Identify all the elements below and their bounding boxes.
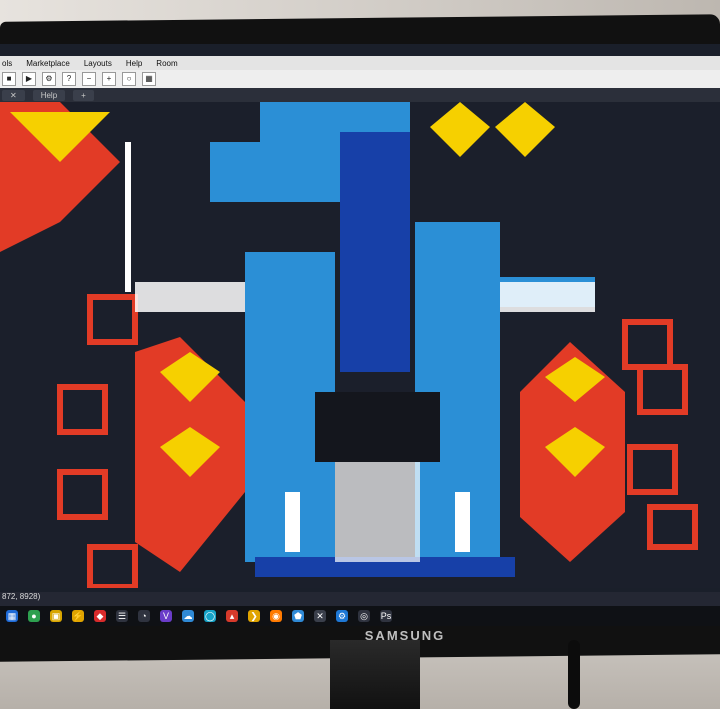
tab-help[interactable]: Help (32, 89, 66, 101)
calendar-icon[interactable]: ▦ (6, 610, 18, 622)
zoom-in-icon[interactable]: + (102, 72, 116, 86)
menu-bar: ols Marketplace Layouts Help Room (0, 56, 720, 70)
tab-bar: ✕ Help + (0, 88, 720, 102)
spiral-left-4 (87, 544, 138, 590)
canvas-art (0, 102, 698, 590)
popcorn-icon[interactable]: ▴ (226, 610, 238, 622)
close-tab-icon[interactable]: ✕ (2, 89, 25, 101)
cloud-icon[interactable]: ☁ (182, 610, 194, 622)
menu-tools[interactable]: ols (2, 59, 12, 68)
help-icon[interactable]: ? (62, 72, 76, 86)
layout-canvas[interactable] (0, 102, 720, 590)
toolbar: ■ ▶ ⚙ ? − + ○ ▦ (0, 70, 720, 88)
white-comb-right (500, 282, 595, 312)
spiral-right-2 (637, 364, 688, 415)
gem-icon[interactable]: ◆ (94, 610, 106, 622)
menu-room[interactable]: Room (156, 59, 177, 68)
visualstudio-icon[interactable]: V (160, 610, 172, 622)
menu-help[interactable]: Help (126, 59, 142, 68)
monitor-cable (568, 640, 580, 709)
yellow-diamond-top-1 (430, 102, 490, 157)
monitor-stand (330, 640, 420, 709)
spiral-left-3 (57, 469, 108, 520)
dark-panel (315, 392, 440, 462)
navy-column (340, 132, 410, 372)
white-figure-right (455, 492, 470, 552)
grid-icon[interactable]: ▦ (142, 72, 156, 86)
globe-icon[interactable]: ◯ (204, 610, 216, 622)
white-comb-left (135, 282, 245, 312)
chat-icon[interactable]: ☰ (116, 610, 128, 622)
stop-icon[interactable]: ■ (2, 72, 16, 86)
zoom-out-icon[interactable]: − (82, 72, 96, 86)
screen: ols Marketplace Layouts Help Room ■ ▶ ⚙ … (0, 44, 720, 626)
status-bar (0, 592, 720, 606)
blue-block-left-top (210, 142, 340, 202)
spiral-right-1 (622, 319, 673, 370)
nav-icon[interactable]: ⬟ (292, 610, 304, 622)
zoom-reset-icon[interactable]: ○ (122, 72, 136, 86)
xmark-icon[interactable]: ✕ (314, 610, 326, 622)
spiral-left-1 (87, 294, 138, 345)
white-bar-left (125, 142, 131, 292)
plex-icon[interactable]: ❯ (248, 610, 260, 622)
firefox-icon[interactable]: ◉ (270, 610, 282, 622)
coordinate-readout: 872, 8928) (2, 592, 41, 601)
menu-marketplace[interactable]: Marketplace (26, 59, 70, 68)
white-comb-center (335, 462, 420, 562)
yellow-diamond-top-2 (495, 102, 555, 157)
lightning-icon[interactable]: ⚡ (72, 610, 84, 622)
spiral-left-2 (57, 384, 108, 435)
spiral-right-3 (627, 444, 678, 495)
steam-icon[interactable]: ◎ (358, 610, 370, 622)
monitor-brand: SAMSUNG (364, 628, 446, 643)
menu-layouts[interactable]: Layouts (84, 59, 112, 68)
alarm-icon[interactable]: ◔ (138, 610, 150, 622)
play-icon[interactable]: ▶ (22, 72, 36, 86)
new-tab-button[interactable]: + (73, 89, 94, 101)
photoshop-icon[interactable]: Ps (380, 610, 392, 622)
taskbar: ▦ ● ▣ ⚡ ◆ ☰ ◔ V ☁ ◯ ▴ ❯ ◉ ⬟ ✕ ⚙ ◎ Ps (0, 606, 720, 626)
settings-icon[interactable]: ⚙ (42, 72, 56, 86)
spiral-right-4 (647, 504, 698, 550)
notes-icon[interactable]: ▣ (50, 610, 62, 622)
chrome-icon[interactable]: ● (28, 610, 40, 622)
white-figure-left (285, 492, 300, 552)
gear-icon[interactable]: ⚙ (336, 610, 348, 622)
